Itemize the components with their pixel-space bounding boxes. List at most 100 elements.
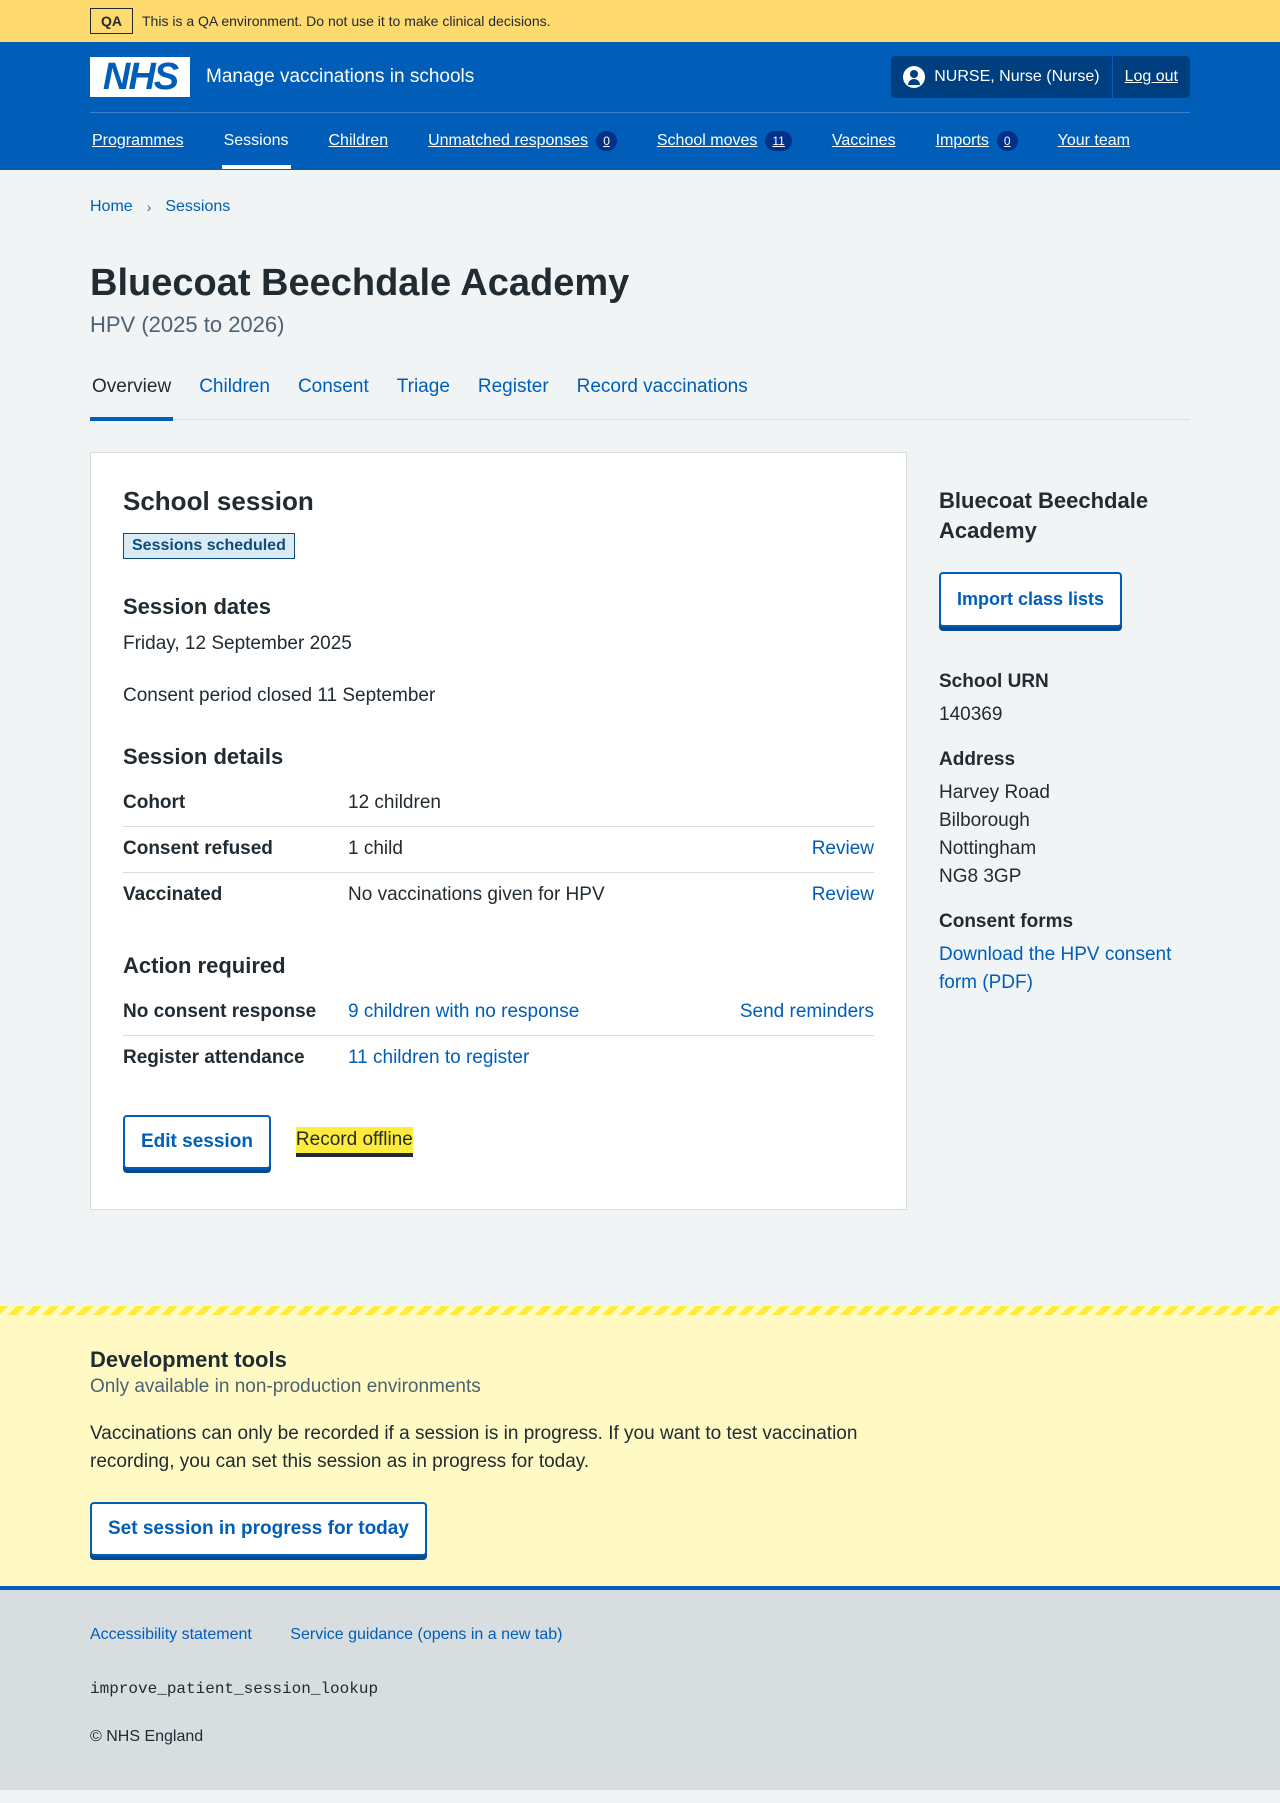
tab-overview[interactable]: Overview bbox=[90, 372, 174, 421]
nav-sessions[interactable]: Sessions bbox=[221, 113, 291, 169]
nav-imports[interactable]: Imports 0 bbox=[934, 113, 1020, 169]
logout-link[interactable]: Log out bbox=[1113, 68, 1190, 86]
site-footer: Accessibility statement Service guidance… bbox=[0, 1590, 1280, 1790]
count-badge: 0 bbox=[996, 131, 1018, 151]
primary-nav: Programmes Sessions Children Unmatched r… bbox=[90, 113, 1190, 169]
nav-your-team[interactable]: Your team bbox=[1056, 113, 1132, 169]
breadcrumb: Home › Sessions bbox=[90, 170, 1190, 244]
nav-children[interactable]: Children bbox=[327, 113, 391, 169]
session-heading: School session bbox=[123, 486, 314, 516]
accessibility-statement-link[interactable]: Accessibility statement bbox=[90, 1626, 252, 1643]
urn-value: 140369 bbox=[939, 704, 1003, 725]
dev-tools-panel: Development tools Only available in non-… bbox=[0, 1306, 1280, 1590]
review-vaccinated-link[interactable]: Review bbox=[812, 884, 874, 905]
qa-tag: QA bbox=[90, 8, 133, 34]
summary-value: 1 child bbox=[348, 826, 714, 873]
address-label: Address bbox=[939, 749, 1016, 770]
address-line: Nottingham bbox=[939, 838, 1037, 859]
send-reminders-link[interactable]: Send reminders bbox=[740, 1001, 874, 1022]
count-badge: 0 bbox=[596, 131, 617, 151]
consent-period: Consent period closed 11 September bbox=[123, 685, 436, 706]
address-line: Harvey Road bbox=[939, 782, 1050, 803]
urn-label: School URN bbox=[939, 671, 1049, 692]
count-badge: 11 bbox=[765, 131, 792, 151]
nav-school-moves[interactable]: School moves 11 bbox=[655, 113, 794, 169]
chevron-right-icon: › bbox=[146, 199, 152, 215]
nav-programmes[interactable]: Programmes bbox=[90, 113, 186, 169]
address-value: Harvey Road Bilborough Nottingham NG8 3G… bbox=[939, 779, 1189, 891]
footer-links: Accessibility statement Service guidance… bbox=[90, 1626, 1190, 1644]
site-header: NHS Manage vaccinations in schools NURSE… bbox=[0, 42, 1280, 170]
session-date: Friday, 12 September 2025 bbox=[123, 633, 352, 654]
account-menu: NURSE, Nurse (Nurse) Log out bbox=[891, 56, 1190, 98]
nav-label: Imports bbox=[935, 132, 989, 149]
summary-value: 12 children bbox=[348, 792, 441, 813]
no-response-link[interactable]: 9 children with no response bbox=[348, 1001, 579, 1022]
session-tabs: Overview Children Consent Triage Registe… bbox=[90, 372, 1190, 421]
school-sidebar: Bluecoat Beechdale Academy Import class … bbox=[939, 452, 1189, 1210]
service-guidance-link[interactable]: Service guidance (opens in a new tab) bbox=[290, 1626, 562, 1643]
tab-consent[interactable]: Consent bbox=[296, 372, 371, 420]
page-title: Bluecoat Beechdale Academy bbox=[90, 262, 630, 304]
session-details-list: Cohort 12 children Consent refused 1 chi… bbox=[123, 781, 874, 918]
status-badge: Sessions scheduled bbox=[123, 533, 295, 559]
tab-record-vaccinations[interactable]: Record vaccinations bbox=[575, 372, 750, 420]
breadcrumb-home[interactable]: Home bbox=[90, 198, 133, 216]
sidebar-school-name: Bluecoat Beechdale Academy bbox=[939, 488, 1149, 543]
nav-label: Children bbox=[328, 132, 389, 149]
tab-triage[interactable]: Triage bbox=[395, 372, 452, 420]
summary-row-register: Register attendance 11 children to regis… bbox=[123, 1035, 874, 1081]
page-caption: HPV (2025 to 2026) bbox=[90, 312, 285, 337]
summary-row-no-consent: No consent response 9 children with no r… bbox=[123, 990, 874, 1036]
nav-label: Unmatched responses bbox=[428, 132, 589, 149]
children-to-register-link[interactable]: 11 children to register bbox=[348, 1047, 529, 1068]
set-in-progress-button[interactable]: Set session in progress for today bbox=[90, 1502, 427, 1556]
nav-label: Your team bbox=[1057, 132, 1130, 149]
dev-tools-text: Vaccinations can only be recorded if a s… bbox=[90, 1423, 858, 1472]
summary-key: Cohort bbox=[123, 792, 186, 813]
download-consent-form-link[interactable]: Download the HPV consent form (PDF) bbox=[939, 944, 1171, 993]
session-details-heading: Session details bbox=[123, 744, 284, 769]
nav-label: Vaccines bbox=[831, 132, 896, 149]
review-consent-refused-link[interactable]: Review bbox=[812, 838, 874, 859]
edit-session-button[interactable]: Edit session bbox=[123, 1115, 271, 1169]
import-class-lists-button[interactable]: Import class lists bbox=[939, 572, 1123, 627]
summary-key: Register attendance bbox=[123, 1035, 348, 1081]
summary-row-vaccinated: Vaccinated No vaccinations given for HPV… bbox=[123, 872, 874, 918]
service-name[interactable]: Manage vaccinations in schools bbox=[206, 66, 474, 88]
summary-action bbox=[714, 781, 874, 827]
nav-label: Programmes bbox=[92, 132, 184, 149]
summary-value: No vaccinations given for HPV bbox=[348, 872, 714, 918]
nav-vaccines[interactable]: Vaccines bbox=[830, 113, 898, 169]
nav-label: Sessions bbox=[223, 132, 289, 149]
tab-register[interactable]: Register bbox=[476, 372, 551, 420]
address-line: NG8 3GP bbox=[939, 866, 1022, 887]
summary-action bbox=[714, 1035, 874, 1081]
record-offline-link[interactable]: Record offline bbox=[295, 1127, 413, 1157]
action-required-heading: Action required bbox=[123, 953, 286, 978]
feature-flag-code: improve_patient_session_lookup bbox=[90, 1680, 379, 1698]
tab-children[interactable]: Children bbox=[197, 372, 272, 420]
summary-key: Vaccinated bbox=[123, 872, 348, 918]
user-name: NURSE, Nurse (Nurse) bbox=[934, 68, 1100, 85]
summary-key: Consent refused bbox=[123, 826, 348, 873]
school-info: School URN 140369 Address Harvey Road Bi… bbox=[939, 669, 1189, 997]
summary-key: No consent response bbox=[123, 1001, 317, 1022]
action-required-list: No consent response 9 children with no r… bbox=[123, 990, 874, 1081]
account-user: NURSE, Nurse (Nurse) bbox=[891, 56, 1113, 98]
brand[interactable]: NHS Manage vaccinations in schools bbox=[90, 56, 474, 98]
copyright: © NHS England bbox=[90, 1728, 204, 1745]
consent-forms-label: Consent forms bbox=[939, 911, 1074, 932]
nav-label: School moves bbox=[656, 132, 758, 149]
summary-row-consent-refused: Consent refused 1 child Review bbox=[123, 826, 874, 873]
address-line: Bilborough bbox=[939, 810, 1030, 831]
session-card: School session Sessions scheduled Sessio… bbox=[90, 452, 907, 1210]
breadcrumb-sessions[interactable]: Sessions bbox=[165, 198, 230, 216]
qa-banner: QA This is a QA environment. Do not use … bbox=[0, 0, 1280, 42]
dev-tools-heading: Development tools bbox=[90, 1347, 287, 1372]
dev-tools-caption: Only available in non-production environ… bbox=[90, 1376, 481, 1397]
summary-row-cohort: Cohort 12 children bbox=[123, 781, 874, 827]
nhs-logo[interactable]: NHS bbox=[90, 56, 190, 98]
session-dates-heading: Session dates bbox=[123, 594, 271, 619]
nav-unmatched-responses[interactable]: Unmatched responses 0 bbox=[426, 113, 619, 169]
